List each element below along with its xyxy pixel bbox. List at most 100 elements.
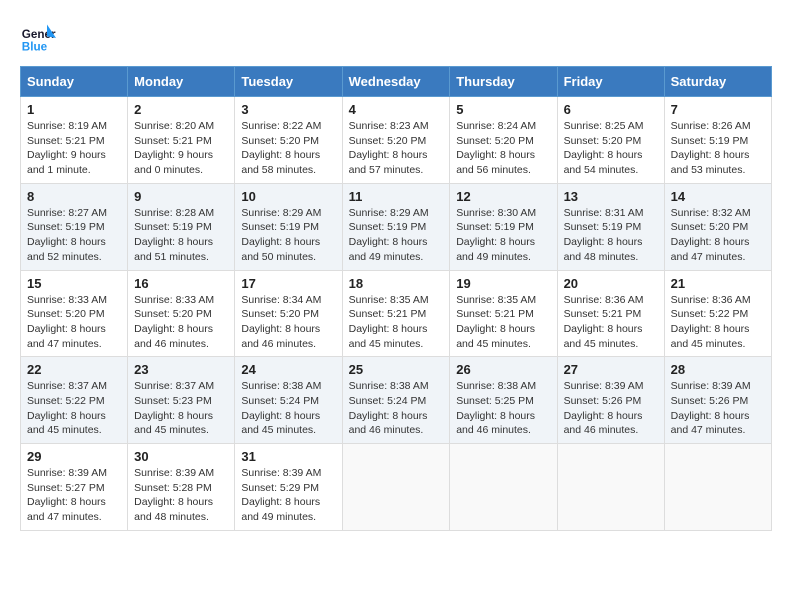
day-info: Sunrise: 8:30 AM Sunset: 5:19 PM Dayligh… bbox=[456, 206, 550, 265]
day-info: Sunrise: 8:37 AM Sunset: 5:22 PM Dayligh… bbox=[27, 379, 121, 438]
calendar-table: SundayMondayTuesdayWednesdayThursdayFrid… bbox=[20, 66, 772, 531]
calendar-cell: 24 Sunrise: 8:38 AM Sunset: 5:24 PM Dayl… bbox=[235, 357, 342, 444]
day-number: 4 bbox=[349, 102, 444, 117]
day-info: Sunrise: 8:29 AM Sunset: 5:19 PM Dayligh… bbox=[349, 206, 444, 265]
calendar-cell: 15 Sunrise: 8:33 AM Sunset: 5:20 PM Dayl… bbox=[21, 270, 128, 357]
weekday-header-monday: Monday bbox=[128, 67, 235, 97]
day-number: 11 bbox=[349, 189, 444, 204]
calendar-cell: 26 Sunrise: 8:38 AM Sunset: 5:25 PM Dayl… bbox=[450, 357, 557, 444]
calendar-cell: 6 Sunrise: 8:25 AM Sunset: 5:20 PM Dayli… bbox=[557, 97, 664, 184]
day-info: Sunrise: 8:36 AM Sunset: 5:21 PM Dayligh… bbox=[564, 293, 658, 352]
calendar-cell: 19 Sunrise: 8:35 AM Sunset: 5:21 PM Dayl… bbox=[450, 270, 557, 357]
calendar-week-row: 22 Sunrise: 8:37 AM Sunset: 5:22 PM Dayl… bbox=[21, 357, 772, 444]
day-number: 20 bbox=[564, 276, 658, 291]
day-info: Sunrise: 8:23 AM Sunset: 5:20 PM Dayligh… bbox=[349, 119, 444, 178]
day-number: 10 bbox=[241, 189, 335, 204]
day-number: 6 bbox=[564, 102, 658, 117]
day-info: Sunrise: 8:26 AM Sunset: 5:19 PM Dayligh… bbox=[671, 119, 765, 178]
weekday-header-friday: Friday bbox=[557, 67, 664, 97]
calendar-cell: 1 Sunrise: 8:19 AM Sunset: 5:21 PM Dayli… bbox=[21, 97, 128, 184]
day-number: 3 bbox=[241, 102, 335, 117]
day-number: 12 bbox=[456, 189, 550, 204]
calendar-header-row: SundayMondayTuesdayWednesdayThursdayFrid… bbox=[21, 67, 772, 97]
day-number: 22 bbox=[27, 362, 121, 377]
calendar-cell: 14 Sunrise: 8:32 AM Sunset: 5:20 PM Dayl… bbox=[664, 183, 771, 270]
day-info: Sunrise: 8:20 AM Sunset: 5:21 PM Dayligh… bbox=[134, 119, 228, 178]
logo: General Blue bbox=[20, 20, 56, 56]
day-number: 16 bbox=[134, 276, 228, 291]
calendar-cell bbox=[557, 444, 664, 531]
day-number: 5 bbox=[456, 102, 550, 117]
calendar-cell: 8 Sunrise: 8:27 AM Sunset: 5:19 PM Dayli… bbox=[21, 183, 128, 270]
day-number: 31 bbox=[241, 449, 335, 464]
day-number: 8 bbox=[27, 189, 121, 204]
day-info: Sunrise: 8:37 AM Sunset: 5:23 PM Dayligh… bbox=[134, 379, 228, 438]
day-info: Sunrise: 8:39 AM Sunset: 5:26 PM Dayligh… bbox=[671, 379, 765, 438]
day-info: Sunrise: 8:33 AM Sunset: 5:20 PM Dayligh… bbox=[134, 293, 228, 352]
day-number: 13 bbox=[564, 189, 658, 204]
calendar-cell: 13 Sunrise: 8:31 AM Sunset: 5:19 PM Dayl… bbox=[557, 183, 664, 270]
day-number: 21 bbox=[671, 276, 765, 291]
weekday-header-thursday: Thursday bbox=[450, 67, 557, 97]
calendar-cell: 4 Sunrise: 8:23 AM Sunset: 5:20 PM Dayli… bbox=[342, 97, 450, 184]
calendar-cell: 5 Sunrise: 8:24 AM Sunset: 5:20 PM Dayli… bbox=[450, 97, 557, 184]
page-header: General Blue bbox=[20, 20, 772, 56]
calendar-week-row: 15 Sunrise: 8:33 AM Sunset: 5:20 PM Dayl… bbox=[21, 270, 772, 357]
day-info: Sunrise: 8:39 AM Sunset: 5:28 PM Dayligh… bbox=[134, 466, 228, 525]
calendar-cell: 18 Sunrise: 8:35 AM Sunset: 5:21 PM Dayl… bbox=[342, 270, 450, 357]
weekday-header-tuesday: Tuesday bbox=[235, 67, 342, 97]
day-info: Sunrise: 8:22 AM Sunset: 5:20 PM Dayligh… bbox=[241, 119, 335, 178]
day-number: 1 bbox=[27, 102, 121, 117]
calendar-cell: 23 Sunrise: 8:37 AM Sunset: 5:23 PM Dayl… bbox=[128, 357, 235, 444]
day-info: Sunrise: 8:38 AM Sunset: 5:24 PM Dayligh… bbox=[241, 379, 335, 438]
calendar-cell bbox=[342, 444, 450, 531]
calendar-cell: 10 Sunrise: 8:29 AM Sunset: 5:19 PM Dayl… bbox=[235, 183, 342, 270]
calendar-week-row: 1 Sunrise: 8:19 AM Sunset: 5:21 PM Dayli… bbox=[21, 97, 772, 184]
day-info: Sunrise: 8:31 AM Sunset: 5:19 PM Dayligh… bbox=[564, 206, 658, 265]
calendar-cell: 9 Sunrise: 8:28 AM Sunset: 5:19 PM Dayli… bbox=[128, 183, 235, 270]
calendar-cell: 30 Sunrise: 8:39 AM Sunset: 5:28 PM Dayl… bbox=[128, 444, 235, 531]
day-info: Sunrise: 8:33 AM Sunset: 5:20 PM Dayligh… bbox=[27, 293, 121, 352]
day-number: 19 bbox=[456, 276, 550, 291]
day-info: Sunrise: 8:35 AM Sunset: 5:21 PM Dayligh… bbox=[349, 293, 444, 352]
day-info: Sunrise: 8:35 AM Sunset: 5:21 PM Dayligh… bbox=[456, 293, 550, 352]
day-info: Sunrise: 8:19 AM Sunset: 5:21 PM Dayligh… bbox=[27, 119, 121, 178]
day-number: 27 bbox=[564, 362, 658, 377]
calendar-cell: 7 Sunrise: 8:26 AM Sunset: 5:19 PM Dayli… bbox=[664, 97, 771, 184]
calendar-cell: 21 Sunrise: 8:36 AM Sunset: 5:22 PM Dayl… bbox=[664, 270, 771, 357]
calendar-cell: 12 Sunrise: 8:30 AM Sunset: 5:19 PM Dayl… bbox=[450, 183, 557, 270]
day-info: Sunrise: 8:24 AM Sunset: 5:20 PM Dayligh… bbox=[456, 119, 550, 178]
day-number: 28 bbox=[671, 362, 765, 377]
day-number: 25 bbox=[349, 362, 444, 377]
calendar-cell: 3 Sunrise: 8:22 AM Sunset: 5:20 PM Dayli… bbox=[235, 97, 342, 184]
weekday-header-sunday: Sunday bbox=[21, 67, 128, 97]
day-number: 9 bbox=[134, 189, 228, 204]
svg-text:Blue: Blue bbox=[22, 41, 48, 54]
calendar-cell bbox=[450, 444, 557, 531]
calendar-week-row: 29 Sunrise: 8:39 AM Sunset: 5:27 PM Dayl… bbox=[21, 444, 772, 531]
calendar-cell: 11 Sunrise: 8:29 AM Sunset: 5:19 PM Dayl… bbox=[342, 183, 450, 270]
day-info: Sunrise: 8:39 AM Sunset: 5:27 PM Dayligh… bbox=[27, 466, 121, 525]
day-number: 26 bbox=[456, 362, 550, 377]
calendar-cell: 25 Sunrise: 8:38 AM Sunset: 5:24 PM Dayl… bbox=[342, 357, 450, 444]
calendar-cell: 20 Sunrise: 8:36 AM Sunset: 5:21 PM Dayl… bbox=[557, 270, 664, 357]
day-number: 17 bbox=[241, 276, 335, 291]
day-number: 30 bbox=[134, 449, 228, 464]
weekday-header-wednesday: Wednesday bbox=[342, 67, 450, 97]
calendar-cell bbox=[664, 444, 771, 531]
day-number: 23 bbox=[134, 362, 228, 377]
day-info: Sunrise: 8:29 AM Sunset: 5:19 PM Dayligh… bbox=[241, 206, 335, 265]
calendar-cell: 31 Sunrise: 8:39 AM Sunset: 5:29 PM Dayl… bbox=[235, 444, 342, 531]
day-info: Sunrise: 8:32 AM Sunset: 5:20 PM Dayligh… bbox=[671, 206, 765, 265]
logo-icon: General Blue bbox=[20, 20, 56, 56]
calendar-cell: 16 Sunrise: 8:33 AM Sunset: 5:20 PM Dayl… bbox=[128, 270, 235, 357]
calendar-week-row: 8 Sunrise: 8:27 AM Sunset: 5:19 PM Dayli… bbox=[21, 183, 772, 270]
day-info: Sunrise: 8:39 AM Sunset: 5:26 PM Dayligh… bbox=[564, 379, 658, 438]
day-number: 15 bbox=[27, 276, 121, 291]
day-number: 29 bbox=[27, 449, 121, 464]
day-info: Sunrise: 8:28 AM Sunset: 5:19 PM Dayligh… bbox=[134, 206, 228, 265]
day-info: Sunrise: 8:27 AM Sunset: 5:19 PM Dayligh… bbox=[27, 206, 121, 265]
day-number: 7 bbox=[671, 102, 765, 117]
day-number: 18 bbox=[349, 276, 444, 291]
calendar-cell: 2 Sunrise: 8:20 AM Sunset: 5:21 PM Dayli… bbox=[128, 97, 235, 184]
